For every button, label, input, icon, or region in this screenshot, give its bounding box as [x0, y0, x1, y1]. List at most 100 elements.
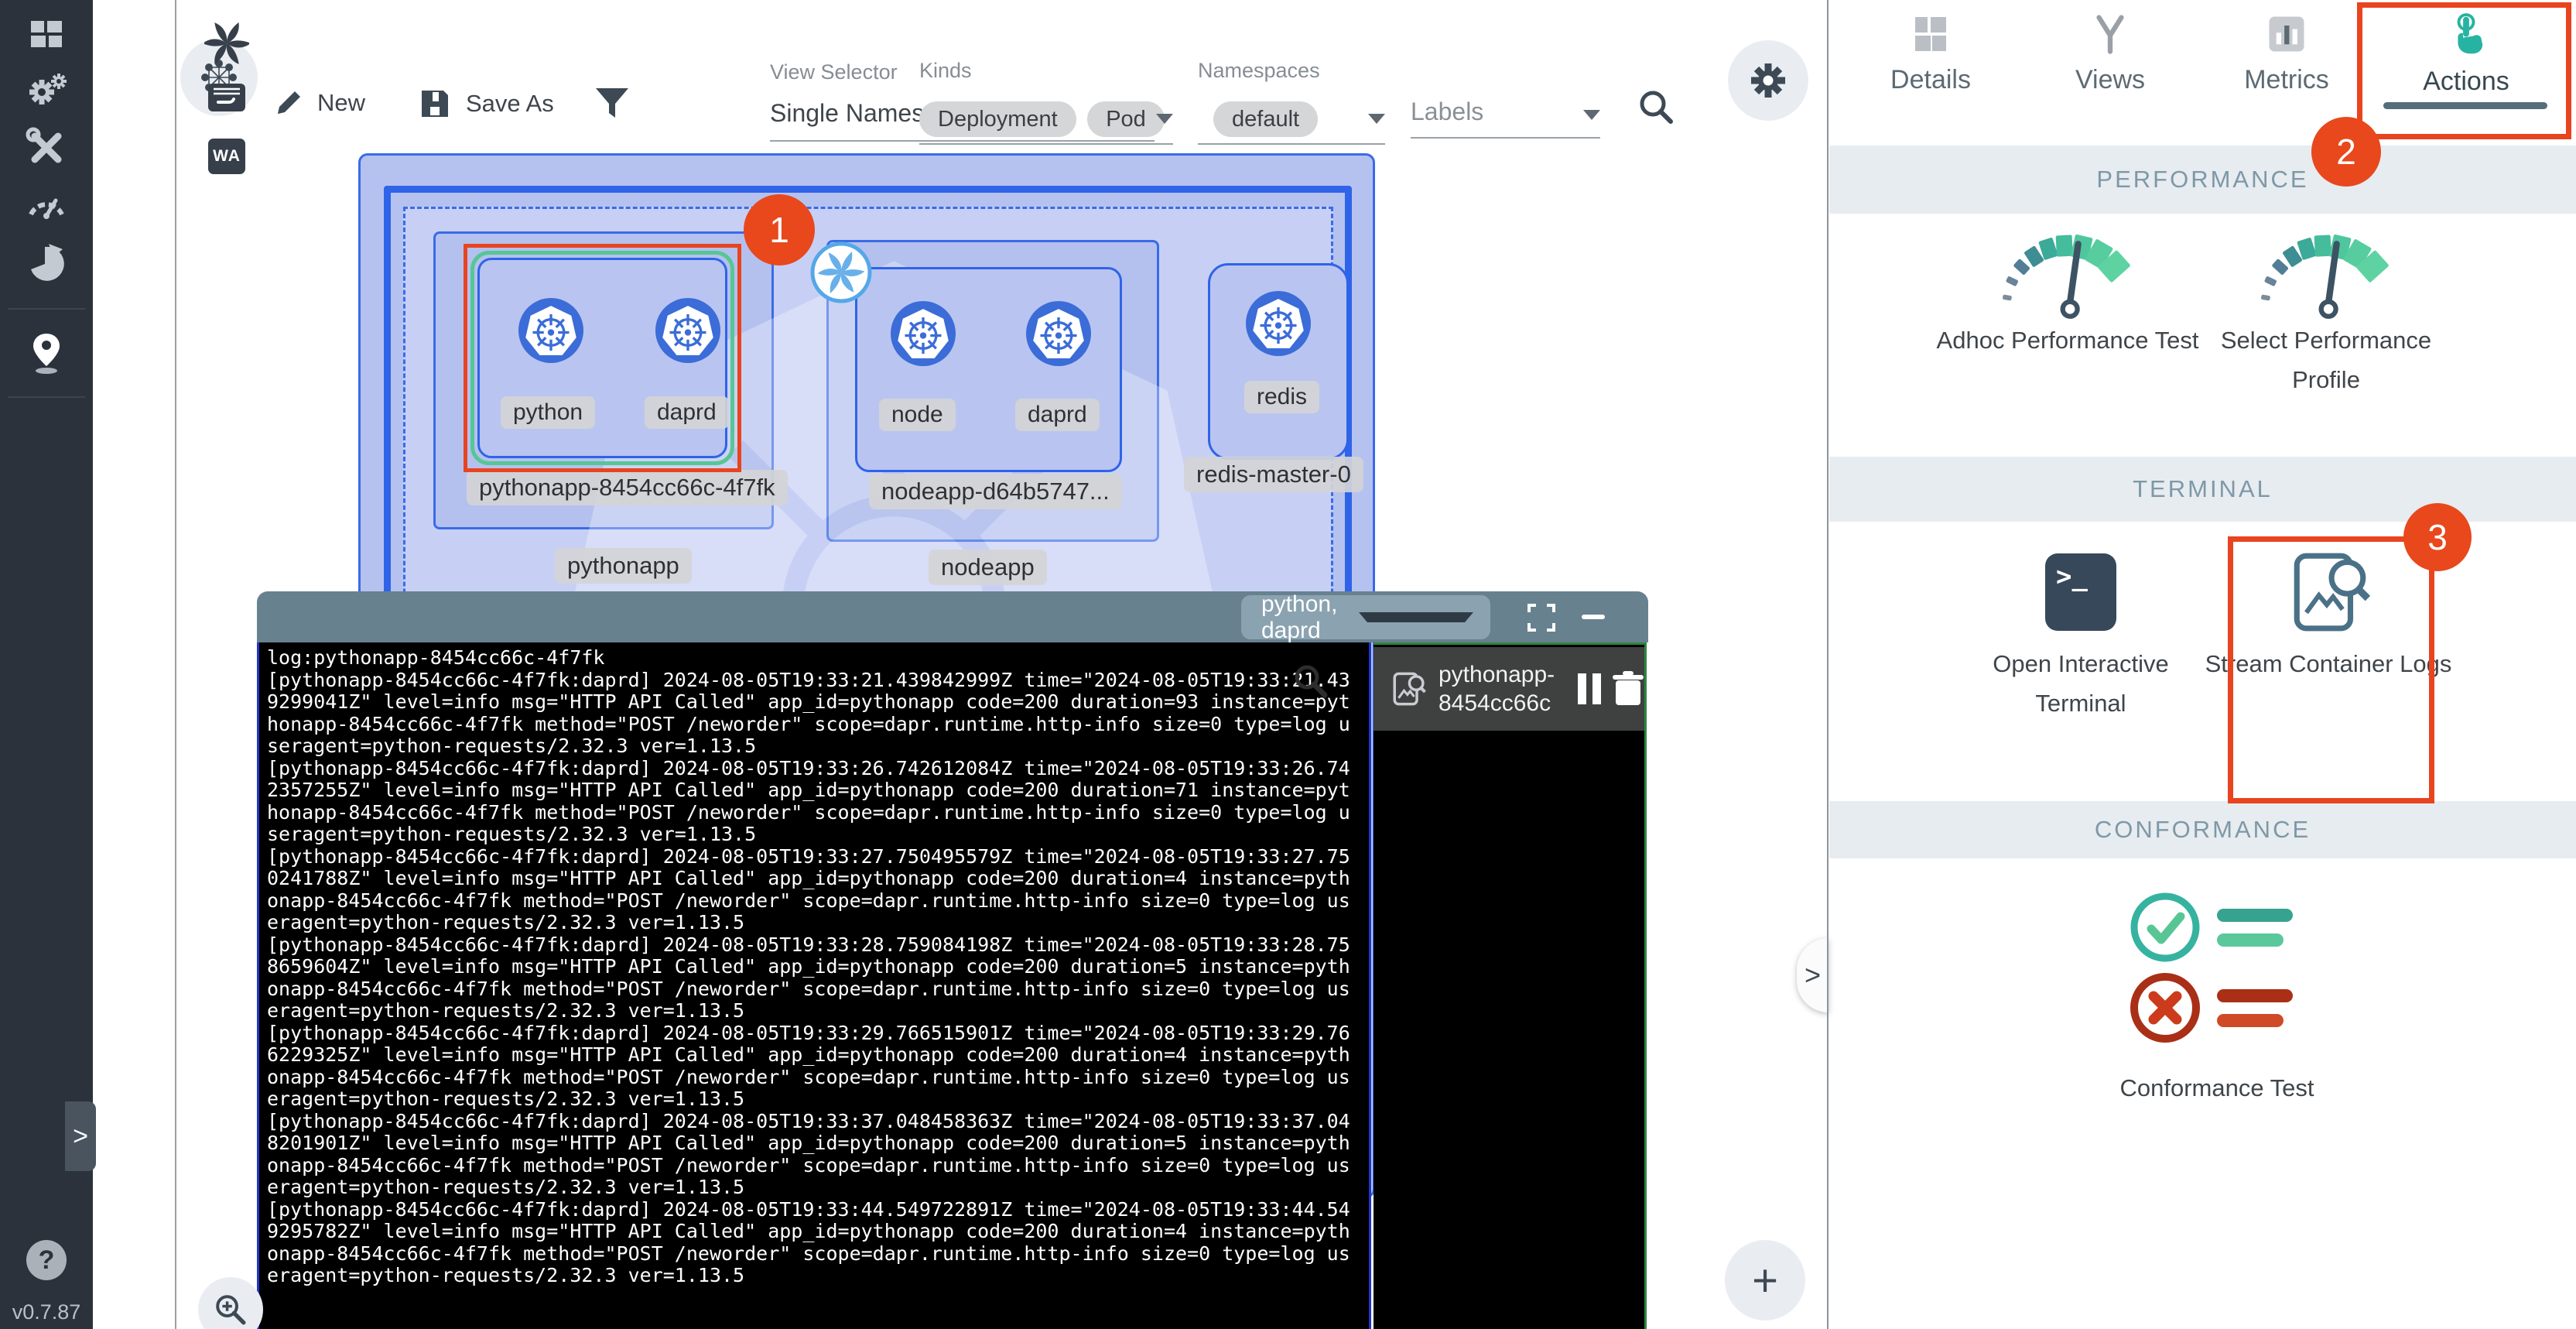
- wa-label: WA: [213, 147, 241, 166]
- pie-chart-icon[interactable]: [0, 234, 93, 291]
- log-entry: [pythonapp-8454cc66c-4f7fk:daprd] 2024-0…: [267, 758, 1361, 846]
- location-pin-icon[interactable]: [0, 325, 93, 382]
- save-as-button-label: Save As: [466, 90, 554, 118]
- labels-dropdown[interactable]: Labels: [1411, 98, 1600, 139]
- log-entry: [pythonapp-8454cc66c-4f7fk:daprd] 2024-0…: [267, 1022, 1361, 1111]
- annotation-step-2: 2: [2311, 117, 2381, 187]
- chevron-down-icon: [1368, 114, 1385, 124]
- kind-chip-pod[interactable]: Pod: [1087, 101, 1165, 137]
- log-entry: [pythonapp-8454cc66c-4f7fk:daprd] 2024-0…: [267, 846, 1361, 934]
- gear-icon: [1746, 59, 1790, 102]
- container-label-redis: redis: [1244, 381, 1319, 413]
- help-button[interactable]: ?: [26, 1240, 67, 1280]
- container-node-icon[interactable]: [891, 301, 956, 366]
- gauge-icon: [1998, 223, 2137, 320]
- zoom-in-button[interactable]: [198, 1277, 263, 1329]
- annotation-step-1: 1: [744, 194, 815, 265]
- tab-views-label: Views: [2075, 65, 2145, 95]
- conformance-test-icon[interactable]: [2089, 882, 2345, 1053]
- section-conformance: CONFORMANCE: [1829, 801, 2576, 858]
- chevron-down-icon: [1359, 612, 1473, 622]
- image-search-icon: [1391, 670, 1428, 707]
- pod-name-redis: redis-master-0: [1184, 457, 1363, 492]
- dapr-sidecar-badge-icon[interactable]: [810, 241, 872, 303]
- dashboard-layout-icon[interactable]: [0, 6, 93, 63]
- log-entry: [pythonapp-8454cc66c-4f7fk:daprd] 2024-0…: [267, 670, 1361, 758]
- performance-gauge-icon[interactable]: [0, 175, 93, 232]
- help-icon: ?: [39, 1245, 55, 1276]
- action-label: Conformance Test: [2085, 1068, 2349, 1108]
- log-stream-item[interactable]: pythonapp-8454cc66c: [1374, 647, 1644, 731]
- pause-icon[interactable]: [1578, 673, 1601, 704]
- plus-icon: +: [1752, 1255, 1778, 1307]
- save-as-button[interactable]: Save As: [418, 87, 554, 121]
- kind-chip-deployment[interactable]: Deployment: [919, 101, 1076, 137]
- fullscreen-icon[interactable]: [1527, 604, 1555, 632]
- namespace-chip-default[interactable]: default: [1213, 101, 1318, 137]
- namespaces-label: Namespaces: [1198, 59, 1320, 83]
- log-stream-title: pythonapp-8454cc66c: [1439, 660, 1575, 718]
- chevron-down-icon: [1156, 114, 1173, 124]
- tab-metrics-label: Metrics: [2244, 65, 2329, 95]
- panel-collapse-button[interactable]: >: [1797, 938, 1829, 1012]
- details-grid-icon: [1911, 14, 1951, 54]
- minimize-icon[interactable]: [1582, 615, 1605, 619]
- container-daprd2-icon[interactable]: [1026, 301, 1091, 366]
- pod-name-nodeapp: nodeapp-d64b5747...: [869, 474, 1122, 509]
- app-window: ? v0.7.87 > WA > New Save As View Select…: [0, 0, 2576, 1329]
- action-open-interactive-terminal[interactable]: Open Interactive Terminal: [1949, 644, 2212, 723]
- container-label-node: node: [879, 399, 956, 431]
- view-selector-label: View Selector: [770, 60, 898, 84]
- pod-nodeapp[interactable]: [855, 267, 1122, 472]
- annotation-box-2: [2357, 2, 2571, 139]
- views-branch-icon: [2090, 14, 2130, 54]
- section-performance-title: PERFORMANCE: [2096, 166, 2308, 194]
- log-search-cursor-icon[interactable]: [1291, 661, 1331, 701]
- chevron-right-icon: >: [73, 1122, 88, 1152]
- terminal-icon[interactable]: >_: [2045, 553, 2116, 631]
- deployment-label-nodeapp: nodeapp: [929, 550, 1047, 585]
- trash-icon[interactable]: [1612, 671, 1644, 707]
- log-output[interactable]: log:pythonapp-8454cc66c-4f7fk [pythonapp…: [257, 642, 1371, 1329]
- rail-divider: [8, 396, 85, 398]
- container-label-daprd: daprd: [1015, 399, 1100, 431]
- deployment-label-pythonapp: pythonapp: [555, 548, 692, 584]
- tab-views[interactable]: Views: [2037, 14, 2184, 130]
- container-selector-dropdown[interactable]: python, daprd: [1241, 595, 1490, 639]
- action-select-performance-profile[interactable]: Select Performance Profile: [2195, 223, 2458, 399]
- tab-details[interactable]: Details: [1857, 14, 2004, 130]
- log-first-line: log:pythonapp-8454cc66c-4f7fk: [267, 647, 1361, 670]
- rail-divider: [8, 308, 85, 310]
- search-icon[interactable]: [1636, 87, 1676, 127]
- log-entry: [pythonapp-8454cc66c-4f7fk:daprd] 2024-0…: [267, 934, 1361, 1022]
- dapr-spiral-icon[interactable]: [186, 20, 268, 67]
- components-gears-icon[interactable]: [0, 62, 93, 119]
- secondary-nav-rail: WA: [93, 0, 176, 1329]
- action-conformance-test[interactable]: Conformance Test: [2085, 1068, 2349, 1108]
- log-entries: [pythonapp-8454cc66c-4f7fk:daprd] 2024-0…: [267, 670, 1361, 1287]
- action-label: Open Interactive Terminal: [1949, 644, 2212, 723]
- wasm-wa-icon[interactable]: WA: [186, 133, 268, 180]
- archive-tray-icon[interactable]: [186, 74, 268, 121]
- new-button[interactable]: New: [272, 87, 365, 119]
- annotation-box-1: [464, 244, 741, 472]
- metrics-bar-chart-icon: [2266, 14, 2307, 54]
- tools-icon[interactable]: [0, 119, 93, 176]
- log-stream-sidebar: pythonapp-8454cc66c: [1374, 642, 1647, 1329]
- section-terminal: TERMINAL: [1829, 457, 2576, 522]
- gauge-icon: [2256, 223, 2396, 320]
- kinds-dropdown[interactable]: Deployment Pod: [919, 101, 1173, 145]
- action-label: Adhoc Performance Test: [1936, 320, 2199, 360]
- chevron-down-icon: [1583, 110, 1600, 120]
- container-redis-icon[interactable]: [1246, 291, 1311, 356]
- rail-expand-button[interactable]: >: [65, 1101, 96, 1171]
- filter-funnel-icon[interactable]: [594, 87, 630, 124]
- settings-button[interactable]: [1728, 40, 1808, 121]
- tab-metrics[interactable]: Metrics: [2213, 14, 2360, 130]
- new-button-label: New: [317, 89, 365, 117]
- action-adhoc-performance-test[interactable]: Adhoc Performance Test: [1936, 223, 2199, 360]
- add-button[interactable]: +: [1725, 1240, 1805, 1320]
- app-version: v0.7.87: [0, 1300, 93, 1324]
- kinds-label: Kinds: [919, 59, 972, 83]
- namespaces-dropdown[interactable]: default: [1198, 101, 1385, 145]
